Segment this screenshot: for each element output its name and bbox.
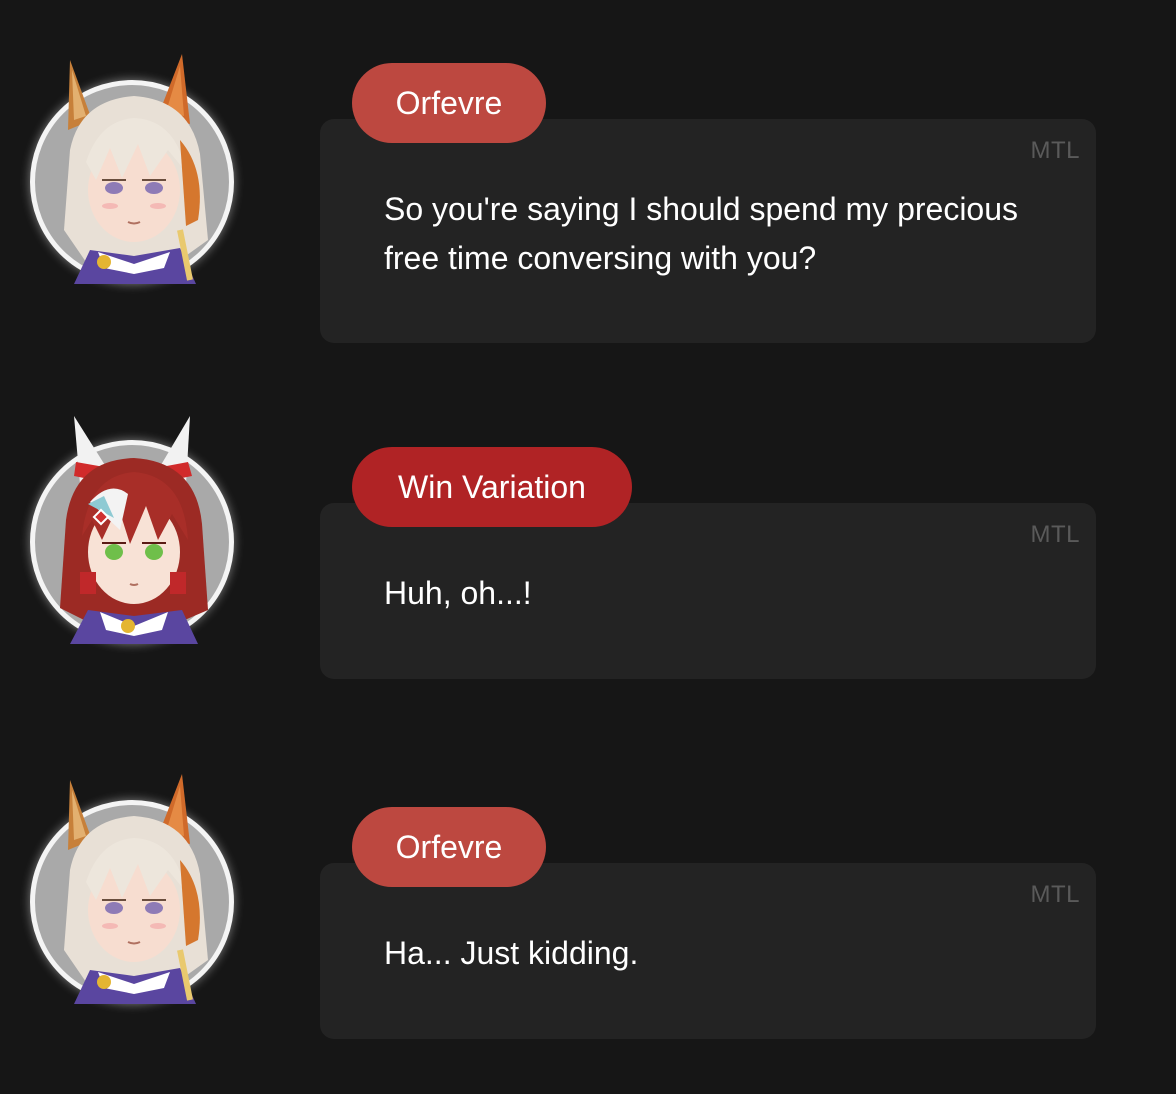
message-text: Huh, oh...! [384,575,532,611]
message-text: Ha... Just kidding. [384,935,639,971]
speaker-name-tag: Orfevre [352,807,546,887]
speaker-name-tag: Orfevre [352,63,546,143]
mtl-badge: MTL [1030,521,1080,548]
mtl-badge: MTL [1030,881,1080,908]
orfevre-avatar [30,774,234,1004]
message-bubble: MTL Huh, oh...! [320,503,1096,679]
speaker-name-tag: Win Variation [352,447,632,527]
win-variation-portrait-icon [60,416,208,644]
orfevre-portrait-icon [64,774,208,1004]
mtl-badge: MTL [1030,137,1080,164]
message-text: So you're saying I should spend my preci… [384,191,1019,276]
orfevre-avatar [30,54,234,284]
win-variation-avatar [30,416,234,644]
message-bubble: MTL So you're saying I should spend my p… [320,119,1096,343]
message-bubble: MTL Ha... Just kidding. [320,863,1096,1039]
dialogue-log: MTL So you're saying I should spend my p… [0,0,1176,1094]
orfevre-portrait-icon [64,54,208,284]
